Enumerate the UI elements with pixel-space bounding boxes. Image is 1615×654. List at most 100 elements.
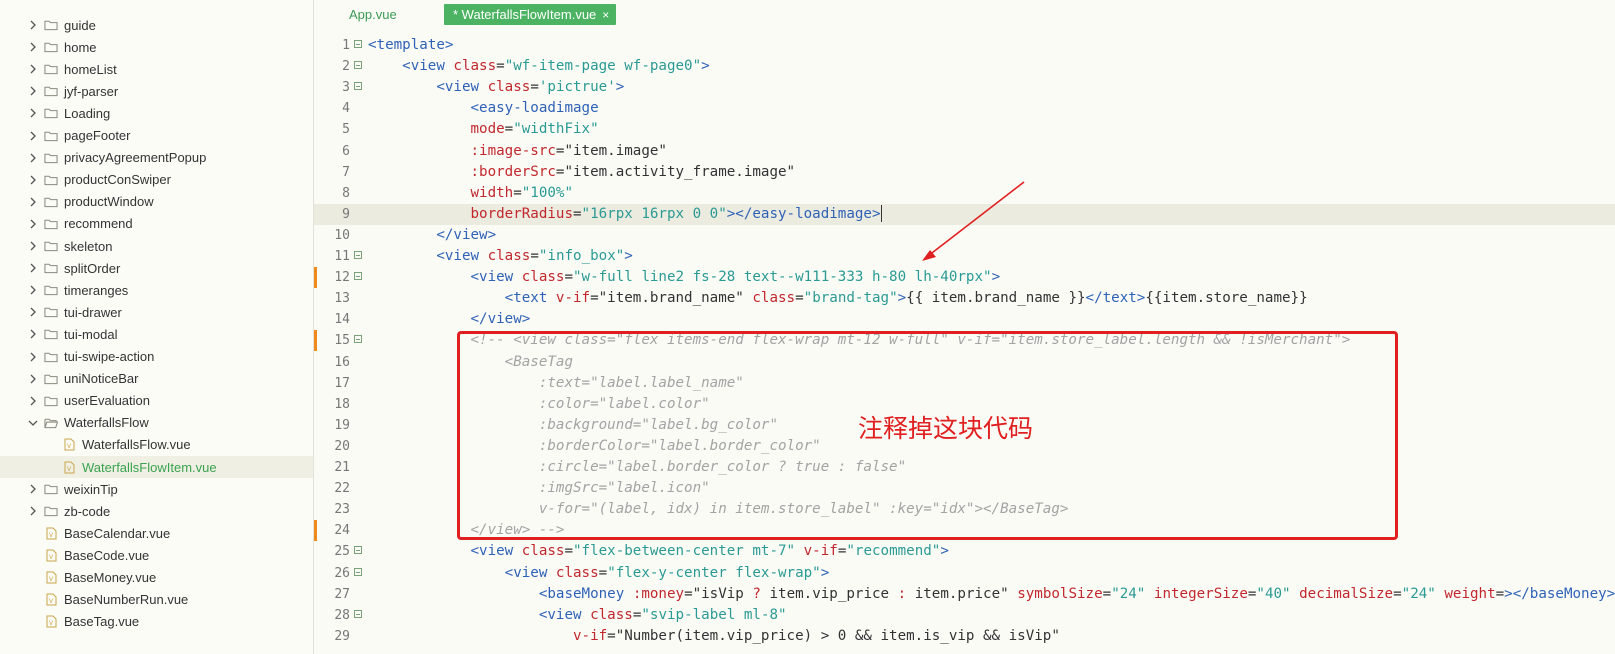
folder-item[interactable]: jyf-parser [0, 80, 313, 102]
folder-item[interactable]: pageFooter [0, 125, 313, 147]
fold-toggle-icon[interactable] [354, 546, 362, 555]
folder-item[interactable]: productWindow [0, 191, 313, 213]
folder-item[interactable]: splitOrder [0, 257, 313, 279]
chevron-right-icon[interactable] [28, 153, 38, 163]
folder-item[interactable]: tui-swipe-action [0, 346, 313, 368]
fold-toggle-icon[interactable] [354, 272, 362, 281]
folder-item[interactable]: tui-drawer [0, 301, 313, 323]
folder-item[interactable]: privacyAgreementPopup [0, 147, 313, 169]
code-token: v-if [803, 543, 838, 560]
folder-item[interactable]: tui-modal [0, 323, 313, 345]
folder-item[interactable]: zb-code [0, 500, 313, 522]
chevron-right-icon[interactable] [28, 131, 38, 141]
code-line[interactable]: 14 </view> [314, 309, 1615, 330]
code-line[interactable]: 1 <template> [314, 35, 1615, 56]
chevron-right-icon[interactable] [28, 175, 38, 185]
code-line[interactable]: 28 <view class="svip-label ml-8" [314, 605, 1615, 626]
code-token: ="item.image" [555, 142, 667, 159]
code-token: "w-full line2 fs-28 text--w111-333 h-80 … [573, 269, 992, 286]
code-line[interactable]: 29 v-if="Number(item.vip_price) > 0 && i… [314, 626, 1615, 647]
code-token: = [573, 205, 582, 222]
line-number: 19 [334, 417, 350, 433]
code-token: mode [470, 121, 505, 138]
folder-item[interactable]: guide [0, 14, 313, 36]
code-line[interactable]: 5 mode="widthFix" [314, 119, 1615, 140]
folder-item[interactable]: WaterfallsFlow [0, 412, 313, 434]
folder-icon [44, 261, 58, 275]
file-item[interactable]: V BaseCalendar.vue [0, 522, 313, 544]
folder-item[interactable]: uniNoticeBar [0, 368, 313, 390]
fold-toggle-icon[interactable] [354, 609, 362, 618]
chevron-right-icon[interactable] [28, 352, 38, 362]
fold-toggle-icon[interactable] [354, 82, 362, 91]
folder-item[interactable]: timeranges [0, 279, 313, 301]
code-line[interactable]: 12 <view class="w-full line2 fs-28 text-… [314, 267, 1615, 289]
chevron-right-icon[interactable] [28, 64, 38, 74]
fold-toggle-icon[interactable] [354, 251, 362, 259]
fold-toggle-icon[interactable] [354, 40, 362, 48]
code-token: "flex-y-center flex-wrap" [607, 564, 821, 581]
chevron-right-icon[interactable] [28, 396, 38, 406]
line-number: 8 [342, 185, 350, 201]
chevron-right-icon[interactable] [28, 86, 38, 96]
chevron-right-icon[interactable] [28, 197, 38, 207]
chevron-right-icon[interactable] [28, 506, 38, 516]
chevron-right-icon[interactable] [28, 285, 38, 295]
chevron-right-icon[interactable] [28, 263, 38, 273]
chevron-right-icon[interactable] [28, 307, 38, 317]
svg-text:V: V [49, 620, 54, 627]
line-number: 13 [334, 291, 350, 307]
folder-item[interactable]: Loading [0, 102, 313, 124]
folder-item[interactable]: recommend [0, 213, 313, 235]
folder-item[interactable]: productConSwiper [0, 169, 313, 191]
folder-item[interactable]: homeList [0, 58, 313, 80]
chevron-down-icon[interactable] [28, 418, 38, 428]
code-token: <view [504, 564, 556, 581]
code-token: <easy-loadimage [470, 100, 599, 117]
code-line[interactable]: 2 <view class="wf-item-page wf-page0"> [314, 56, 1615, 77]
fold-toggle-icon[interactable] [354, 335, 362, 344]
folder-item[interactable]: skeleton [0, 235, 313, 257]
file-explorer: guide home homeList jyf-parser Loading pageFo… [0, 0, 314, 654]
tree-item-label: pageFooter [64, 128, 131, 143]
folder-item[interactable]: home [0, 36, 313, 58]
line-number: 6 [342, 143, 350, 159]
code-token: = [513, 184, 522, 201]
code-line[interactable]: 13 <text v-if="item.brand_name" class="b… [314, 288, 1615, 309]
code-line[interactable]: 25 <view class="flex-between-center mt-7… [314, 541, 1615, 562]
code-token: class [487, 248, 531, 264]
file-item[interactable]: V BaseTag.vue [0, 611, 313, 633]
chevron-right-icon[interactable] [28, 108, 38, 118]
code-line[interactable]: 6 :image-src="item.image" [314, 141, 1615, 162]
fold-toggle-icon[interactable] [354, 567, 362, 576]
line-number: 26 [334, 565, 350, 581]
code-line[interactable]: 3 <view class='pictrue'> [314, 77, 1615, 98]
code-line[interactable]: 27 <baseMoney :money="isVip ? item.vip_p… [314, 584, 1615, 605]
chevron-right-icon[interactable] [28, 219, 38, 229]
chevron-right-icon[interactable] [28, 42, 38, 52]
code-token: ="Number(item.vip_price) > 0 && item.is_… [607, 627, 1060, 644]
chevron-right-icon[interactable] [28, 20, 38, 30]
file-item[interactable]: V BaseNumberRun.vue [0, 589, 313, 611]
file-item[interactable]: V BaseCode.vue [0, 544, 313, 566]
file-item[interactable]: V WaterfallsFlowItem.vue [0, 456, 313, 478]
code-line[interactable]: 4 <easy-loadimage [314, 98, 1615, 119]
chevron-right-icon[interactable] [28, 484, 38, 494]
fold-toggle-icon[interactable] [354, 61, 362, 70]
chevron-right-icon[interactable] [28, 241, 38, 251]
chevron-right-icon[interactable] [28, 329, 38, 339]
file-item[interactable]: V WaterfallsFlow.vue [0, 434, 313, 456]
chevron-right-icon[interactable] [28, 374, 38, 384]
tree-item-label: BaseTag.vue [64, 614, 140, 630]
code-token: = [795, 290, 804, 307]
tab-app-vue[interactable]: App.vue [349, 4, 397, 25]
code-text: </view> [368, 225, 496, 246]
file-item[interactable]: V BaseMoney.vue [0, 567, 313, 589]
folder-item[interactable]: weixinTip [0, 478, 313, 500]
code-line[interactable]: 26 <view class="flex-y-center flex-wrap"… [314, 563, 1615, 584]
code-token: ></easy-loadimage> [726, 205, 881, 222]
folder-item[interactable]: userEvaluation [0, 390, 313, 412]
tab-waterfallsflowitem-vue[interactable]: * WaterfallsFlowItem.vue × [444, 4, 616, 25]
close-icon[interactable]: × [602, 8, 609, 22]
code-token: : [897, 585, 907, 602]
